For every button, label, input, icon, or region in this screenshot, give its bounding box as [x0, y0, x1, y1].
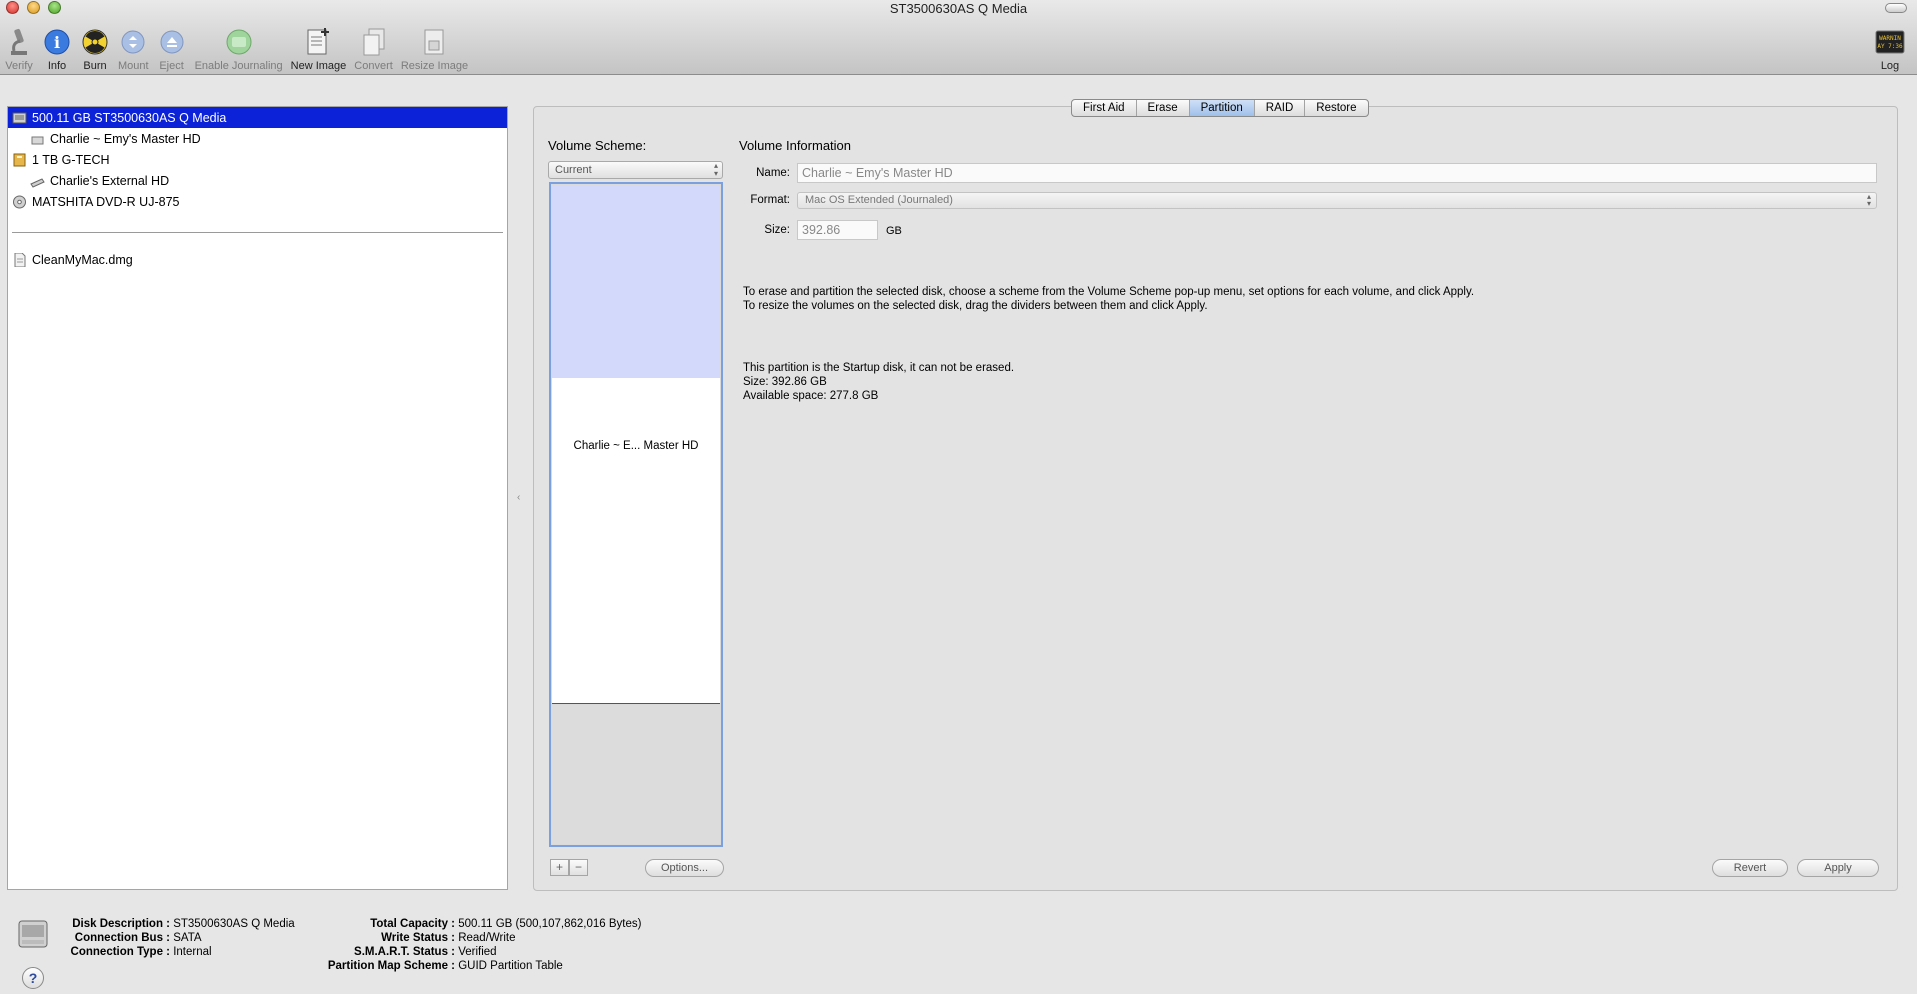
- info-icon: i: [42, 27, 72, 57]
- volume-icon: [30, 132, 46, 146]
- split-view-handle[interactable]: ‹: [517, 492, 520, 503]
- disk-info-left: Disk Description : ST3500630AS Q Media C…: [60, 917, 295, 959]
- mount-icon: [118, 27, 148, 57]
- log-icon: WARNIN AY 7:36: [1875, 27, 1905, 57]
- help-button[interactable]: ?: [22, 967, 44, 989]
- list-item-disk-main[interactable]: 500.11 GB ST3500630AS Q Media: [8, 107, 507, 128]
- size-label: Size:: [764, 224, 790, 236]
- convert-icon: [359, 27, 389, 57]
- total-capacity-key: Total Capacity :: [370, 918, 455, 930]
- smart-status-value: Verified: [458, 946, 497, 958]
- name-field[interactable]: Charlie ~ Emy's Master HD: [797, 163, 1877, 183]
- tab-erase[interactable]: Erase: [1137, 100, 1190, 116]
- list-item-dmg[interactable]: CleanMyMac.dmg: [8, 249, 507, 270]
- popup-arrows-icon: ▴ ▾: [713, 161, 718, 178]
- apply-button[interactable]: Apply: [1797, 859, 1879, 877]
- enable-journaling-button[interactable]: Enable Journaling: [191, 22, 287, 72]
- write-status-key: Write Status :: [381, 932, 455, 944]
- connection-type-value: Internal: [173, 946, 212, 958]
- disk-info-icon: [17, 917, 49, 951]
- list-item-dvd[interactable]: MATSHITA DVD-R UJ-875: [8, 191, 507, 212]
- partition-block-label: Charlie ~ E... Master HD: [573, 440, 699, 452]
- svg-text:WARNIN: WARNIN: [1879, 35, 1901, 42]
- resize-image-icon: [419, 27, 449, 57]
- connection-bus-value: SATA: [173, 932, 202, 944]
- volume-information-title: Volume Information: [739, 138, 852, 153]
- tab-restore[interactable]: Restore: [1305, 100, 1367, 116]
- partition-map[interactable]: Charlie ~ E... Master HD: [549, 182, 723, 847]
- connection-type-key: Connection Type :: [70, 946, 170, 958]
- dvd-drive-icon: [12, 195, 28, 209]
- tab-bar: First Aid Erase Partition RAID Restore: [1071, 99, 1369, 117]
- format-select[interactable]: Mac OS Extended (Journaled) ▴ ▾: [797, 192, 1877, 209]
- hard-disk-icon: [12, 111, 28, 125]
- remove-partition-button[interactable]: −: [569, 859, 588, 876]
- svg-text:AY 7:36: AY 7:36: [1877, 43, 1903, 50]
- partition-instructions: To erase and partition the selected disk…: [743, 286, 1475, 312]
- dmg-file-icon: [12, 252, 28, 267]
- partition-add-remove: + −: [550, 859, 588, 876]
- format-label: Format:: [750, 194, 790, 206]
- journaling-icon: [224, 27, 254, 57]
- log-button[interactable]: WARNIN AY 7:36 Log: [1871, 22, 1909, 72]
- tab-partition[interactable]: Partition: [1189, 100, 1255, 116]
- verify-button[interactable]: Verify: [0, 22, 38, 72]
- volume-scheme-label: Volume Scheme:: [548, 138, 647, 153]
- svg-text:i: i: [54, 33, 60, 52]
- size-field[interactable]: 392.86: [797, 220, 878, 240]
- add-partition-button[interactable]: +: [550, 859, 569, 876]
- total-capacity-value: 500.11 GB (500,107,862,016 Bytes): [458, 918, 642, 930]
- info-button[interactable]: i Info: [38, 22, 76, 72]
- new-image-icon: [303, 27, 333, 57]
- mount-button[interactable]: Mount: [114, 22, 153, 72]
- burn-button[interactable]: Burn: [76, 22, 114, 72]
- convert-button[interactable]: Convert: [350, 22, 397, 72]
- list-separator: [12, 232, 503, 233]
- title-bar: ST3500630AS Q Media Verify i Info Burn M…: [0, 0, 1917, 75]
- volume-scheme-select[interactable]: Current ▴ ▾: [548, 161, 723, 179]
- disk-list: 500.11 GB ST3500630AS Q Media Charlie ~ …: [7, 106, 508, 890]
- popup-arrows-icon: ▴ ▾: [1866, 192, 1871, 208]
- toolbar: Verify i Info Burn Mount Eject Enable Jo…: [0, 22, 472, 74]
- partition-map-scheme-value: GUID Partition Table: [458, 960, 563, 972]
- partition-remaining-space: [552, 705, 720, 844]
- revert-button[interactable]: Revert: [1712, 859, 1788, 877]
- list-item-gtech[interactable]: 1 TB G-TECH: [8, 149, 507, 170]
- eject-button[interactable]: Eject: [153, 22, 191, 72]
- tab-first-aid[interactable]: First Aid: [1072, 100, 1137, 116]
- microscope-icon: [4, 27, 34, 57]
- eject-icon: [157, 27, 187, 57]
- new-image-button[interactable]: New Image: [287, 22, 351, 72]
- window-title: ST3500630AS Q Media: [889, 1, 1028, 16]
- disk-info-right: Total Capacity : 500.11 GB (500,107,862,…: [310, 917, 642, 973]
- options-button[interactable]: Options...: [645, 859, 724, 877]
- partition-block[interactable]: [552, 378, 720, 704]
- disk-description-value: ST3500630AS Q Media: [173, 918, 295, 930]
- list-item-external-hd[interactable]: Charlie's External HD: [8, 170, 507, 191]
- burn-icon: [80, 27, 110, 57]
- size-unit: GB: [886, 225, 902, 237]
- partition-details: This partition is the Startup disk, it c…: [743, 362, 1015, 402]
- connection-bus-key: Connection Bus :: [74, 932, 170, 944]
- partition-used-space: [552, 185, 720, 378]
- list-item-master-hd[interactable]: Charlie ~ Emy's Master HD: [8, 128, 507, 149]
- resize-image-button[interactable]: Resize Image: [397, 22, 472, 72]
- smart-status-key: S.M.A.R.T. Status :: [354, 946, 455, 958]
- toolbar-toggle-button[interactable]: [1885, 3, 1907, 13]
- tab-raid[interactable]: RAID: [1255, 100, 1306, 116]
- disk-description-key: Disk Description :: [72, 918, 170, 930]
- external-volume-icon: [30, 174, 46, 188]
- name-label: Name:: [756, 167, 790, 179]
- external-disk-icon: [12, 153, 28, 167]
- write-status-value: Read/Write: [458, 932, 516, 944]
- partition-map-scheme-key: Partition Map Scheme :: [327, 960, 455, 972]
